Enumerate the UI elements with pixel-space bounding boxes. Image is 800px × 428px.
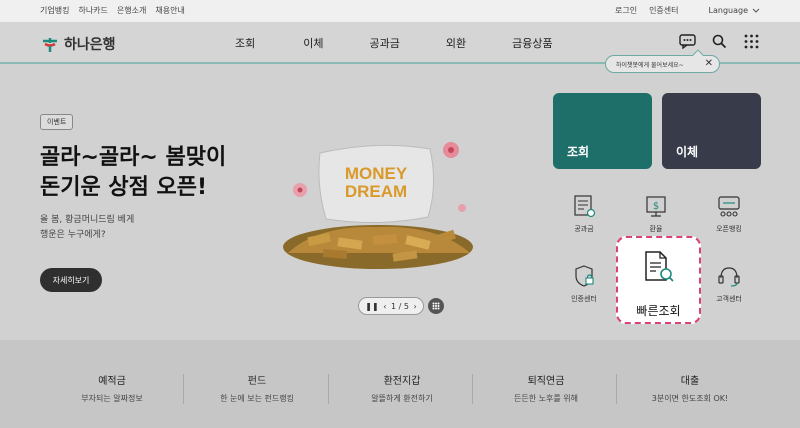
product-subtitle: 든든한 노후를 위해 (514, 394, 578, 403)
quick-item-cert[interactable]: 인증센터 (559, 264, 609, 304)
document-search-icon (645, 251, 674, 282)
language-select[interactable]: Language (709, 6, 760, 15)
money-dream-pillow-image: MONEY DREAM (283, 142, 473, 269)
hero-title-line2: 돈기운 상점 오픈! (40, 175, 208, 200)
cert-center-link[interactable]: 인증센터 (649, 5, 678, 16)
hero-subtitle: 올 봄, 황금머니드림 베게 행운은 누구에게? (40, 213, 134, 243)
product-subtitle: 3분이면 한도조회 OK! (651, 394, 729, 403)
slide-counter: 1 / 5 (390, 301, 409, 311)
link-hana-card[interactable]: 하나카드 (78, 5, 107, 16)
product-exchange-wallet[interactable]: 환전지갑 알뜰하게 환전하기 (332, 372, 472, 404)
shield-lock-icon (575, 265, 594, 287)
utility-bar: 기업뱅킹 하나카드 은행소개 채용안내 로그인 인증센터 Language (0, 0, 800, 22)
hero-sub-line1: 올 봄, 황금머니드림 베게 (40, 215, 135, 225)
product-title: 환전지갑 (383, 376, 421, 387)
quick-card-transfer[interactable]: 이체 (662, 93, 761, 169)
utility-right: 로그인 인증센터 Language (615, 5, 760, 16)
bill-icon (574, 195, 596, 218)
hana-logo-icon (43, 38, 57, 52)
language-label: Language (708, 6, 748, 15)
product-title: 퇴직연금 (527, 376, 565, 387)
link-bank-intro[interactable]: 은행소개 (117, 5, 146, 16)
exchange-rate-icon: $ (646, 196, 666, 217)
openbanking-icon (718, 196, 740, 217)
menu-grid-icon[interactable] (742, 32, 760, 50)
bill-label: 공과금 (574, 225, 594, 233)
product-subtitle: 부자되는 알짜정보 (81, 394, 143, 403)
main-nav: 조회 이체 공과금 외환 금융상품 (232, 35, 553, 51)
chevron-down-icon (752, 8, 760, 13)
divider (472, 374, 473, 404)
svg-text:$: $ (653, 201, 659, 212)
product-fund[interactable]: 펀드 한 눈에 보는 펀드랭킹 (187, 372, 327, 404)
headset-icon (718, 267, 740, 287)
product-subtitle: 한 눈에 보는 펀드랭킹 (220, 394, 294, 403)
product-loan[interactable]: 대출 3분이면 한도조회 OK! (620, 372, 760, 404)
product-title: 펀드 (247, 376, 267, 387)
divider (616, 374, 617, 404)
quick-item-bill[interactable]: 공과금 (559, 194, 609, 234)
divider (328, 374, 329, 404)
prev-icon[interactable]: ‹ (383, 302, 386, 311)
exchange-label: 환율 (649, 225, 663, 233)
login-link[interactable]: 로그인 (615, 5, 637, 16)
product-pension[interactable]: 퇴직연금 든든한 노후를 위해 (476, 372, 616, 404)
nav-bill[interactable]: 공과금 (370, 35, 400, 51)
close-icon[interactable]: ✕ (705, 59, 713, 69)
chatbot-icon[interactable] (678, 32, 696, 50)
logo-text: 하나은행 (64, 37, 116, 53)
quick-item-fast-inquiry[interactable]: 빠른조회 (616, 236, 701, 324)
slide-grid-icon[interactable] (428, 298, 444, 314)
chatbot-tooltip-text: 하이챗봇에게 물어보세요~ (616, 61, 684, 69)
cert-label: 인증센터 (571, 295, 597, 303)
chatbot-tooltip[interactable]: 하이챗봇에게 물어보세요~ ✕ (605, 55, 720, 73)
openbanking-label: 오픈뱅킹 (716, 225, 742, 233)
detail-button[interactable]: 자세히보기 (40, 268, 102, 292)
product-deposit[interactable]: 예적금 부자되는 알짜정보 (42, 372, 182, 404)
quick-item-customer[interactable]: 고객센터 (704, 264, 754, 304)
hero-title: 골라~골라~ 봄맞이 돈기운 상점 오픈! (40, 143, 226, 203)
product-subtitle: 알뜰하게 환전하기 (371, 394, 433, 403)
nav-financial-products[interactable]: 금융상품 (512, 35, 552, 51)
quick-item-exchange[interactable]: $ 환율 (631, 194, 681, 234)
next-icon[interactable]: › (413, 302, 416, 311)
divider (183, 374, 184, 404)
nav-foreign-exchange[interactable]: 외환 (446, 35, 466, 51)
link-recruit[interactable]: 채용안내 (155, 5, 184, 16)
pause-icon[interactable]: ❚❚ (365, 302, 378, 311)
pillow-text-dream: DREAM (345, 182, 407, 201)
customer-label: 고객센터 (716, 295, 742, 303)
hero-title-line1: 골라~골라~ 봄맞이 (40, 145, 227, 170)
link-corporate-banking[interactable]: 기업뱅킹 (40, 5, 69, 16)
pillow-text-money: MONEY (345, 164, 408, 183)
quick-card-inquiry[interactable]: 조회 (553, 93, 652, 169)
product-title: 예적금 (98, 376, 126, 387)
search-icon[interactable] (710, 32, 728, 50)
nav-transfer[interactable]: 이체 (303, 35, 323, 51)
product-title: 대출 (680, 376, 700, 387)
quick-item-openbanking[interactable]: 오픈뱅킹 (704, 194, 754, 234)
logo[interactable]: 하나은행 (40, 34, 116, 54)
utility-links: 기업뱅킹 하나카드 은행소개 채용안내 (40, 5, 185, 16)
fast-inquiry-label: 빠른조회 (636, 304, 681, 318)
event-badge: 이벤트 (40, 114, 74, 130)
nav-inquiry[interactable]: 조회 (235, 35, 255, 51)
header-icons (678, 32, 760, 50)
hero-sub-line2: 행운은 누구에게? (40, 230, 106, 240)
slide-pager: ❚❚ ‹ 1 / 5 › (358, 297, 424, 315)
product-bar: 예적금 부자되는 알짜정보 펀드 한 눈에 보는 펀드랭킹 환전지갑 알뜰하게 … (0, 340, 800, 428)
